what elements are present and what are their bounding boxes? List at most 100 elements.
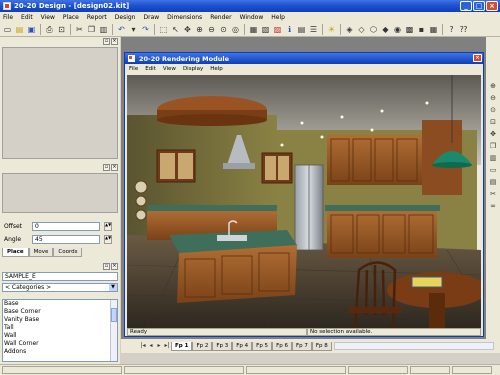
- panel-minimize-icon[interactable]: ▫: [103, 38, 110, 45]
- info-icon[interactable]: ℹ: [284, 24, 295, 35]
- chevron-down-icon[interactable]: ▼: [109, 284, 117, 291]
- tab-fp-8[interactable]: Fp 8: [311, 341, 332, 351]
- zoom-all-icon[interactable]: ◎: [230, 24, 241, 35]
- categories-dropdown[interactable]: < Categories > ▼: [2, 283, 118, 292]
- camera-icon[interactable]: ◉: [392, 24, 403, 35]
- tab-fp-4[interactable]: Fp 4: [232, 341, 253, 351]
- menu-help[interactable]: Help: [270, 14, 286, 21]
- tab-fp-2[interactable]: Fp 2: [192, 341, 213, 351]
- maximize-icon[interactable]: □: [473, 1, 485, 11]
- panel-close-icon[interactable]: ×: [111, 164, 118, 171]
- new-icon[interactable]: ▭: [2, 24, 13, 35]
- render-menu-help[interactable]: Help: [210, 66, 223, 72]
- menu-draw[interactable]: Draw: [142, 14, 160, 21]
- menu-edit[interactable]: Edit: [20, 14, 34, 21]
- layers-icon[interactable]: ▩: [404, 24, 415, 35]
- list-item[interactable]: Base: [3, 300, 117, 308]
- prev-page-icon[interactable]: ◂: [147, 342, 155, 350]
- zoom-in-icon[interactable]: ⊕: [194, 24, 205, 35]
- report-icon[interactable]: ▤: [296, 24, 307, 35]
- panel-minimize-icon[interactable]: ▫: [103, 263, 110, 270]
- menu-place[interactable]: Place: [62, 14, 80, 21]
- print-preview-icon[interactable]: ⊡: [56, 24, 67, 35]
- last-page-icon[interactable]: ▸|: [163, 342, 171, 350]
- panorama-icon[interactable]: ◆: [380, 24, 391, 35]
- tab-fp-3[interactable]: Fp 3: [212, 341, 233, 351]
- elevation-icon[interactable]: ▧: [260, 24, 271, 35]
- zoom-window-icon[interactable]: ⊙: [218, 24, 229, 35]
- plan-view-icon[interactable]: ▦: [248, 24, 259, 35]
- panel-close-icon[interactable]: ×: [111, 263, 118, 270]
- list-icon[interactable]: ☰: [308, 24, 319, 35]
- undo-dropdown-icon[interactable]: ▾: [128, 24, 139, 35]
- walkthrough-icon[interactable]: ⬡: [368, 24, 379, 35]
- tab-place[interactable]: Place: [2, 248, 29, 257]
- print-icon[interactable]: ⎙: [44, 24, 55, 35]
- menu-file[interactable]: File: [2, 14, 14, 21]
- paste-icon[interactable]: ▥: [98, 24, 109, 35]
- list-item[interactable]: Vanity Base: [3, 316, 117, 324]
- fit-view-icon[interactable]: ⊡: [488, 117, 498, 127]
- context-help-icon[interactable]: ⁇: [458, 24, 469, 35]
- tab-fp-5[interactable]: Fp 5: [252, 341, 273, 351]
- tab-coords[interactable]: Coords: [53, 248, 83, 257]
- app-title-bar[interactable]: 20-20 Design - [design02.kit] _ □ ×: [0, 0, 500, 12]
- close-icon[interactable]: ×: [473, 54, 482, 62]
- redo-icon[interactable]: ↷: [140, 24, 151, 35]
- category-list-scrollbar[interactable]: [110, 300, 117, 361]
- lightbulb-icon[interactable]: ☀: [326, 24, 337, 35]
- render-menu-edit[interactable]: Edit: [145, 66, 156, 72]
- menu-view[interactable]: View: [40, 14, 56, 21]
- list-item[interactable]: Wall Corner: [3, 340, 117, 348]
- select-icon[interactable]: ⬚: [158, 24, 169, 35]
- copy-icon[interactable]: ❐: [86, 24, 97, 35]
- save-icon[interactable]: ▣: [26, 24, 37, 35]
- tab-fp-6[interactable]: Fp 6: [272, 341, 292, 351]
- tab-move[interactable]: Move: [28, 248, 54, 257]
- cut-icon[interactable]: ✂: [488, 189, 498, 199]
- menu-report[interactable]: Report: [86, 14, 108, 21]
- pan-icon[interactable]: ✥: [182, 24, 193, 35]
- zoom-out-icon[interactable]: ⊖: [206, 24, 217, 35]
- rendering-window-title-bar[interactable]: 20-20 Rendering Module ×: [125, 53, 483, 64]
- close-icon[interactable]: ×: [486, 1, 498, 11]
- list-item[interactable]: Tall: [3, 324, 117, 332]
- horizontal-scrollbar[interactable]: [333, 342, 494, 350]
- panel-minimize-icon[interactable]: ▫: [103, 164, 110, 171]
- offset-field[interactable]: 0: [32, 222, 100, 231]
- undo-icon[interactable]: ↶: [116, 24, 127, 35]
- open-icon[interactable]: ▤: [14, 24, 25, 35]
- pan-icon[interactable]: ✥: [488, 129, 498, 139]
- render-menu-view[interactable]: View: [163, 66, 176, 72]
- glasses-icon[interactable]: ∞: [488, 201, 498, 211]
- catalog-select[interactable]: SAMPLE_E: [2, 272, 118, 281]
- list-item[interactable]: Addons: [3, 348, 117, 356]
- panel-close-icon[interactable]: ×: [111, 38, 118, 45]
- page-icon[interactable]: ▭: [488, 165, 498, 175]
- menu-render[interactable]: Render: [209, 14, 232, 21]
- kitchen-render-viewport[interactable]: [127, 75, 481, 328]
- angle-spinner[interactable]: ▲▼: [104, 235, 112, 244]
- menu-dimensions[interactable]: Dimensions: [166, 14, 203, 21]
- scrollbar-thumb[interactable]: [111, 308, 117, 322]
- render-menu-display[interactable]: Display: [183, 66, 203, 72]
- help-icon[interactable]: ?: [446, 24, 457, 35]
- 3d-view-icon[interactable]: ◈: [344, 24, 355, 35]
- render-menu-file[interactable]: File: [129, 66, 138, 72]
- zoom-out-icon[interactable]: ⊖: [488, 93, 498, 103]
- copy-icon[interactable]: ❐: [488, 141, 498, 151]
- angle-field[interactable]: 45: [32, 235, 100, 244]
- grid-icon[interactable]: ▦: [428, 24, 439, 35]
- tab-fp-7[interactable]: Fp 7: [291, 341, 312, 351]
- first-page-icon[interactable]: |◂: [139, 342, 147, 350]
- pointer-icon[interactable]: ↖: [170, 24, 181, 35]
- cut-icon[interactable]: ✂: [74, 24, 85, 35]
- offset-spinner[interactable]: ▲▼: [104, 222, 112, 231]
- next-page-icon[interactable]: ▸: [155, 342, 163, 350]
- render-icon[interactable]: ◇: [356, 24, 367, 35]
- zoom-in-icon[interactable]: ⊕: [488, 81, 498, 91]
- menu-window[interactable]: Window: [239, 14, 265, 21]
- menu-design[interactable]: Design: [114, 14, 137, 21]
- list-item[interactable]: Base Corner: [3, 308, 117, 316]
- list-item[interactable]: Wall: [3, 332, 117, 340]
